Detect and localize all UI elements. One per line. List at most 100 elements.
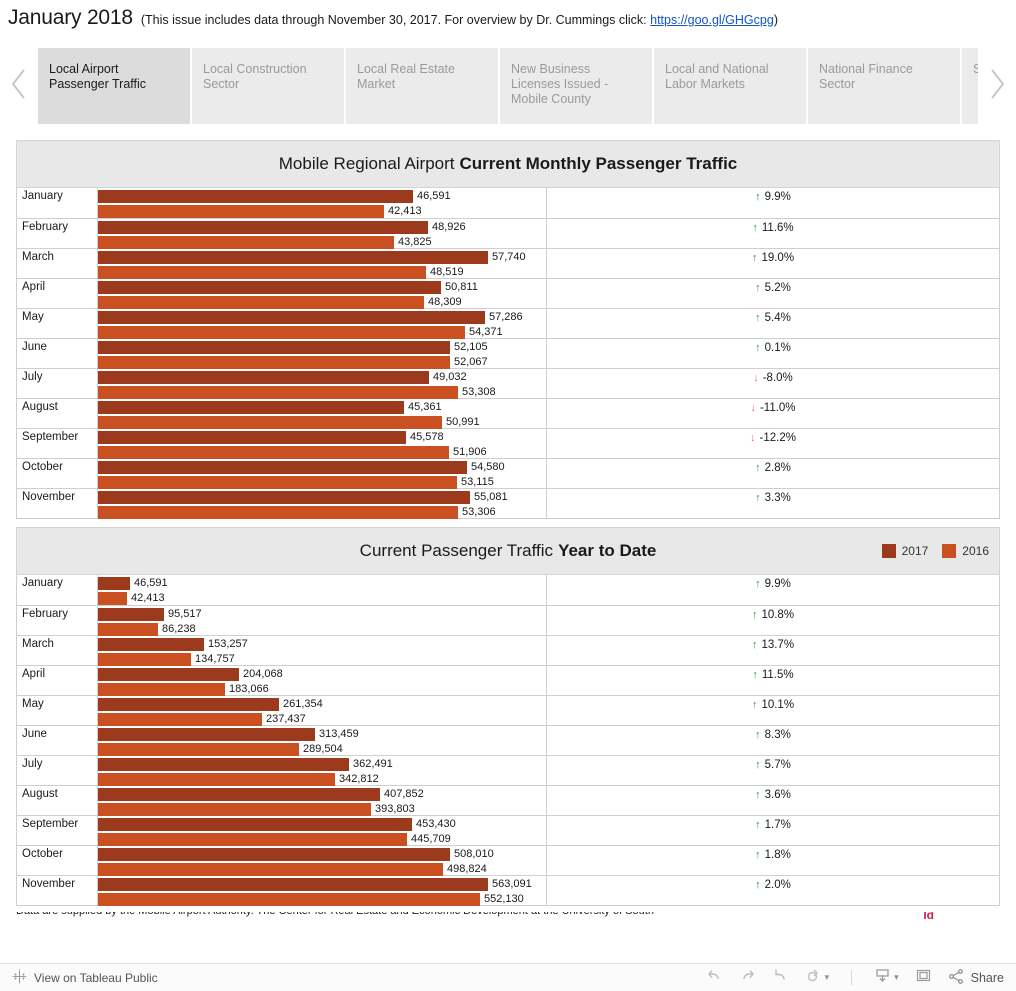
tab-local-and-national-labor-markets[interactable]: Local and National Labor Markets [654,48,806,124]
bar-value-label: 86,238 [162,623,196,635]
refresh-button[interactable]: ▾ [805,967,830,989]
bar-line-2016: 289,504 [98,742,546,756]
tab-selected-industries-partial[interactable]: Se Ind [962,48,978,124]
change-percent-label: 2.8% [764,462,791,474]
bar-2016[interactable] [98,385,458,399]
fullscreen-button[interactable] [915,967,932,989]
bar-2016[interactable] [98,325,465,339]
bar-2017[interactable] [98,637,204,651]
arrow-up-icon: ↑ [755,492,761,504]
bar-2017[interactable] [98,310,485,324]
change-percent-label: 0.1% [764,342,791,354]
bar-2017[interactable] [98,576,130,590]
bar-value-label: 53,115 [461,476,494,488]
undo-button[interactable] [706,967,723,989]
legend-swatch-icon [881,544,896,558]
monthly-traffic-title: Mobile Regional Airport Current Monthly … [16,140,1000,188]
arrow-up-icon: ↑ [755,462,761,474]
view-on-tableau-public-label: View on Tableau Public [34,970,158,985]
bar-2017[interactable] [98,340,450,354]
bar-2017[interactable] [98,697,279,711]
bar-2016[interactable] [98,832,407,846]
bar-value-label: 43,825 [398,236,432,248]
bar-2016[interactable] [98,235,394,249]
bar-2016[interactable] [98,892,480,906]
bar-2017[interactable] [98,400,404,414]
bar-line-2016: 50,991 [98,415,546,429]
bar-2017[interactable] [98,667,239,681]
arrow-up-icon: ↑ [755,849,761,861]
bar-2016[interactable] [98,355,450,369]
bar-2016[interactable] [98,682,225,696]
bar-2017[interactable] [98,847,450,861]
bar-value-label: 48,309 [428,296,462,308]
bar-line-2016: 54,371 [98,325,546,339]
bar-line-2016: 445,709 [98,832,546,846]
legend-item-2016[interactable]: 2016 [942,544,989,558]
refresh-caret-icon[interactable]: ▾ [825,972,830,983]
bar-2017[interactable] [98,280,441,294]
redo-button[interactable] [739,967,756,989]
arrow-up-icon: ↑ [755,342,761,354]
legend-item-2017[interactable]: 2017 [881,544,928,558]
bar-2017[interactable] [98,460,467,474]
bar-value-label: 54,580 [471,461,505,473]
chart-row: September 453,430 445,709 ↑ 1.7% [17,815,999,846]
chart-row-month-label: August [22,788,58,800]
bar-2016[interactable] [98,445,449,459]
bar-2016[interactable] [98,862,443,876]
toolbar-actions: ▾ ▾ Share [706,967,1004,989]
bar-2017[interactable] [98,877,488,891]
bar-2017[interactable] [98,757,349,771]
download-button[interactable]: ▾ [874,967,899,989]
data-source-text: Data are supplied by the Mobile Airport … [16,912,1000,917]
chart-row-month-label: May [22,311,44,323]
arrow-up-icon: ↑ [755,312,761,324]
bar-2016[interactable] [98,204,384,218]
bar-2016[interactable] [98,295,424,309]
bar-2017[interactable] [98,490,470,504]
bar-value-label: 95,517 [168,608,202,620]
bar-2017[interactable] [98,370,429,384]
overview-link[interactable]: https://goo.gl/GHGcpg [650,13,774,27]
bar-2016[interactable] [98,772,335,786]
bar-2016[interactable] [98,742,299,756]
chart-row-month-label: May [22,698,44,710]
bar-2016[interactable] [98,475,457,489]
bar-2016[interactable] [98,505,458,519]
page-title: January 2018 [8,6,133,29]
revert-button[interactable] [772,967,789,989]
bar-value-label: 42,413 [131,592,165,604]
bar-2017[interactable] [98,250,488,264]
view-on-tableau-public-button[interactable]: View on Tableau Public [12,969,158,987]
arrow-down-icon: ↓ [750,402,756,414]
bar-2017[interactable] [98,430,406,444]
change-percent-label: 13.7% [761,639,795,651]
bar-2017[interactable] [98,727,315,741]
bar-2017[interactable] [98,220,428,234]
bar-2017[interactable] [98,189,413,203]
tab-national-finance-sector[interactable]: National Finance Sector [808,48,960,124]
chart-row-bars: 508,010 498,824 [97,846,546,876]
bar-2016[interactable] [98,591,127,605]
legend-swatch-icon [942,544,957,558]
bar-2016[interactable] [98,415,442,429]
download-caret-icon[interactable]: ▾ [894,972,899,983]
tab-local-airport-passenger-traffic[interactable]: Local Airport Passenger Traffic [38,48,190,124]
bar-2017[interactable] [98,607,164,621]
tab-local-construction-sector[interactable]: Local Construction Sector [192,48,344,124]
bar-2016[interactable] [98,652,191,666]
arrow-up-icon: ↑ [752,669,758,681]
tab-new-business-licenses-issued[interactable]: New Business Licenses Issued - Mobile Co… [500,48,652,124]
bar-line-2017: 407,852 [98,787,546,801]
bar-2016[interactable] [98,622,158,636]
bar-2017[interactable] [98,817,412,831]
tab-prev-arrow[interactable] [0,48,38,124]
tab-next-arrow[interactable] [978,48,1016,124]
bar-2016[interactable] [98,802,371,816]
bar-2017[interactable] [98,787,380,801]
tab-local-real-estate-market[interactable]: Local Real Estate Market [346,48,498,124]
share-button[interactable]: Share [948,968,1004,988]
bar-2016[interactable] [98,712,262,726]
bar-2016[interactable] [98,265,426,279]
